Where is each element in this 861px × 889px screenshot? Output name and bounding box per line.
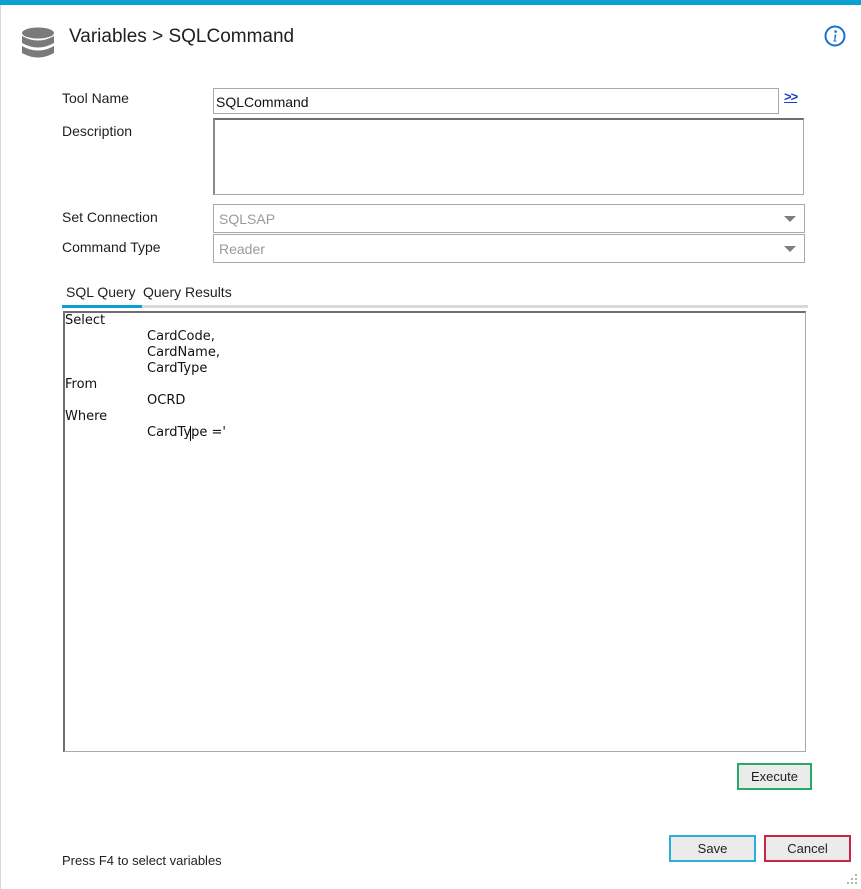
page-title: Variables > SQLCommand xyxy=(69,26,295,47)
resize-grip-icon[interactable] xyxy=(846,873,858,885)
execute-button[interactable]: Execute xyxy=(737,763,812,790)
code-line: CardName, xyxy=(114,345,220,360)
database-icon xyxy=(22,27,54,58)
chevron-down-icon xyxy=(784,216,796,222)
tab-sql-query[interactable]: SQL Query xyxy=(66,284,136,300)
text-caret xyxy=(190,426,191,441)
set-connection-select[interactable]: SQLSAP xyxy=(213,204,805,233)
window-left-border xyxy=(0,5,1,889)
code-line: Select xyxy=(65,313,106,328)
cancel-button[interactable]: Cancel xyxy=(764,835,851,862)
set-connection-value: SQLSAP xyxy=(219,211,276,227)
expand-link[interactable]: >> xyxy=(784,89,798,104)
tool-name-input[interactable]: SQLCommand xyxy=(213,88,779,114)
chevron-down-icon xyxy=(784,246,796,252)
command-type-label: Command Type xyxy=(62,239,161,255)
command-type-select[interactable]: Reader xyxy=(213,234,805,263)
description-field[interactable] xyxy=(213,118,804,195)
set-connection-label: Set Connection xyxy=(62,209,158,225)
code-line: CardCode, xyxy=(114,329,215,344)
tool-name-label: Tool Name xyxy=(62,90,129,106)
sql-query-editor[interactable] xyxy=(63,311,806,752)
code-line: Where xyxy=(65,409,108,424)
code-line: OCRD xyxy=(114,393,186,408)
command-type-value: Reader xyxy=(219,241,265,257)
tab-strip xyxy=(62,305,808,308)
code-line: CardType =' xyxy=(114,425,226,440)
code-line: CardType xyxy=(114,361,208,376)
save-button[interactable]: Save xyxy=(669,835,756,862)
variables-hint: Press F4 to select variables xyxy=(62,853,222,868)
info-icon[interactable] xyxy=(824,25,846,47)
description-label: Description xyxy=(62,123,133,139)
code-line: From xyxy=(65,377,98,392)
tab-active-indicator xyxy=(62,305,142,308)
tab-query-results[interactable]: Query Results xyxy=(143,284,232,300)
window-accent-bar xyxy=(0,0,861,5)
